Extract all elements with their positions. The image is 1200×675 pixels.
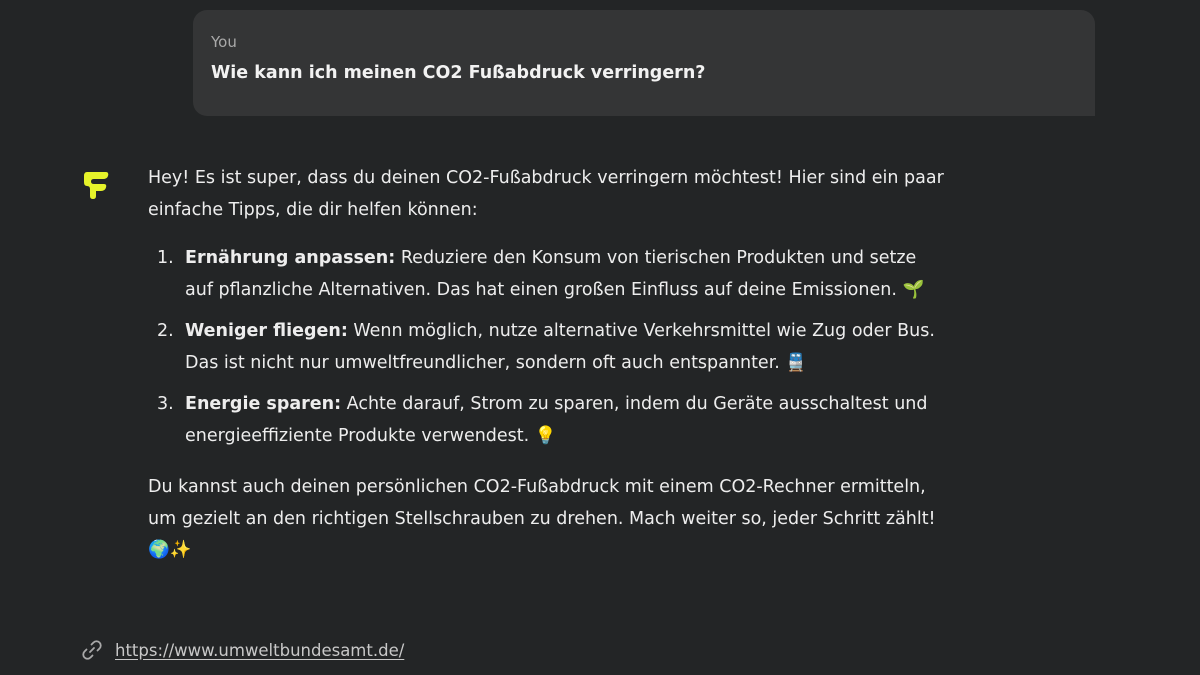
tip-number: 3. (157, 394, 174, 414)
seedling-icon: 🌱 (902, 279, 925, 300)
tip-number: 1. (157, 248, 174, 268)
source-link-row: https://www.umweltbundesamt.de/ (80, 635, 404, 665)
outro-text: Du kannst auch deinen persönlichen CO2-F… (148, 477, 936, 529)
globe-icon: 🌍 (148, 540, 170, 560)
tip-title: Ernährung anpassen: (185, 248, 396, 268)
bot-avatar-icon (84, 172, 109, 199)
light-bulb-icon: 💡 (534, 425, 557, 446)
tips-list: 1. Ernährung anpassen: Reduziere den Kon… (148, 243, 948, 452)
assistant-answer: Hey! Es ist super, dass du deinen CO2-Fu… (148, 163, 948, 567)
train-icon: 🚆 (785, 352, 808, 373)
answer-outro: Du kannst auch deinen persönlichen CO2-F… (148, 472, 948, 567)
user-message-text: Wie kann ich meinen CO2 Fußabdruck verri… (211, 63, 706, 83)
tip-number: 2. (157, 321, 174, 341)
sparkles-icon: ✨ (169, 540, 192, 560)
tip-item: 1. Ernährung anpassen: Reduziere den Kon… (148, 243, 948, 306)
tip-title: Energie sparen: (185, 394, 342, 414)
tip-item: 3. Energie sparen: Achte darauf, Strom z… (148, 389, 948, 452)
source-url-link[interactable]: https://www.umweltbundesamt.de/ (115, 641, 404, 660)
user-sender-label: You (211, 33, 237, 51)
user-message-bubble: You Wie kann ich meinen CO2 Fußabdruck v… (193, 10, 1095, 116)
tip-title: Weniger fliegen: (185, 321, 348, 341)
tip-item: 2. Weniger fliegen: Wenn möglich, nutze … (148, 316, 948, 379)
link-icon (82, 640, 102, 660)
answer-intro: Hey! Es ist super, dass du deinen CO2-Fu… (148, 168, 944, 220)
